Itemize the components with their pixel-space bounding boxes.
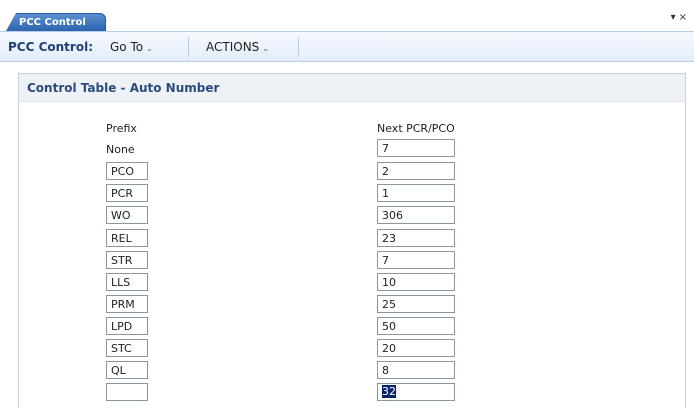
next-number-input[interactable] — [377, 295, 455, 313]
toolbar: PCC Control: Go To ⌄ ACTIONS ⌄ — [0, 32, 694, 62]
prefix-input[interactable] — [106, 229, 148, 247]
prefix-input[interactable] — [106, 295, 148, 313]
next-number-input[interactable] — [377, 273, 455, 291]
next-number-input[interactable] — [377, 162, 455, 180]
prefix-input-new[interactable] — [106, 383, 148, 401]
panel-title: Control Table - Auto Number — [27, 81, 220, 95]
next-number-input[interactable] — [377, 184, 455, 202]
close-icon[interactable]: × — [679, 12, 690, 23]
chevron-down-icon: ⌄ — [146, 44, 153, 53]
toolbar-divider — [188, 37, 189, 57]
window-controls: ▾× — [671, 12, 690, 23]
prefix-input[interactable] — [106, 184, 148, 202]
prefix-column-header: Prefix — [106, 122, 137, 135]
next-number-input[interactable] — [377, 361, 455, 379]
next-number-input[interactable] — [377, 339, 455, 357]
prefix-input[interactable] — [106, 339, 148, 357]
next-number-column-header: Next PCR/PCO — [377, 122, 455, 135]
none-label: None — [106, 143, 135, 156]
next-number-input[interactable] — [377, 206, 455, 224]
actions-menu[interactable]: ACTIONS ⌄ — [206, 40, 269, 54]
prefix-input[interactable] — [106, 206, 148, 224]
next-number-input[interactable] — [377, 251, 455, 269]
goto-menu-label: Go To — [110, 40, 144, 54]
prefix-input[interactable] — [106, 162, 148, 180]
next-number-input[interactable] — [377, 229, 455, 247]
toolbar-title: PCC Control: — [8, 40, 93, 54]
toolbar-divider — [298, 37, 299, 57]
tab-label: PCC Control — [19, 17, 86, 28]
tab-strip: PCC Control ▾× — [0, 0, 694, 32]
prefix-input[interactable] — [106, 273, 148, 291]
selected-text: 32 — [382, 385, 396, 398]
panel-header: Control Table - Auto Number — [19, 74, 685, 102]
prefix-input[interactable] — [106, 361, 148, 379]
goto-menu[interactable]: Go To ⌄ — [110, 40, 153, 54]
dropdown-arrow-icon[interactable]: ▾ — [671, 12, 679, 23]
next-number-input-none[interactable] — [377, 139, 455, 157]
actions-menu-label: ACTIONS — [206, 40, 260, 54]
next-number-input[interactable] — [377, 317, 455, 335]
prefix-input[interactable] — [106, 317, 148, 335]
next-number-input-new[interactable]: 32 — [377, 383, 455, 401]
prefix-input[interactable] — [106, 251, 148, 269]
tab-pcc-control[interactable]: PCC Control — [6, 13, 106, 31]
chevron-down-icon: ⌄ — [262, 44, 269, 53]
